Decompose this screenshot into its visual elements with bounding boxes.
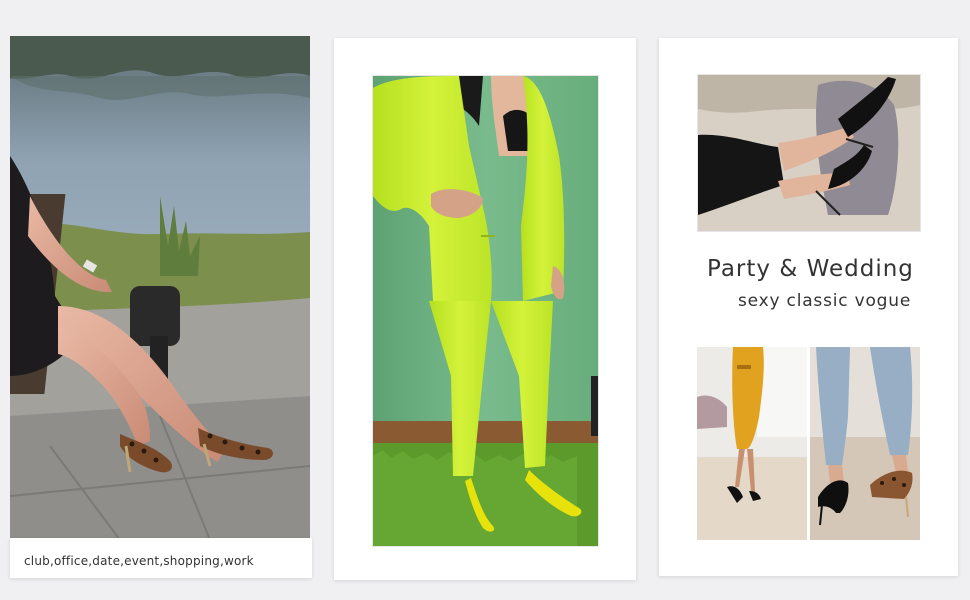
photo-mustard-dress [697, 347, 807, 540]
card-party-wedding: Party & Wedding sexy classic vogue [659, 38, 958, 576]
jeans-heels-scene-icon [810, 347, 920, 540]
caption-bar: club,office,date,event,shopping,work [10, 538, 312, 578]
sexy-classic-vogue-subtitle: sexy classic vogue [738, 291, 912, 311]
leopard-heels-scene-icon [10, 36, 310, 540]
photo-lime-suit [372, 75, 599, 547]
photo-leopard-heels [10, 36, 310, 540]
photo-black-heels-sofa [697, 74, 921, 232]
party-wedding-title: Party & Wedding [707, 256, 914, 282]
card-lime-suit [334, 38, 636, 580]
black-heels-sofa-icon [698, 75, 920, 231]
lime-suit-scene-icon [373, 76, 598, 546]
mustard-dress-scene-icon [697, 347, 807, 540]
photo-jeans-heels [810, 347, 920, 540]
caption-text: club,office,date,event,shopping,work [24, 554, 254, 568]
